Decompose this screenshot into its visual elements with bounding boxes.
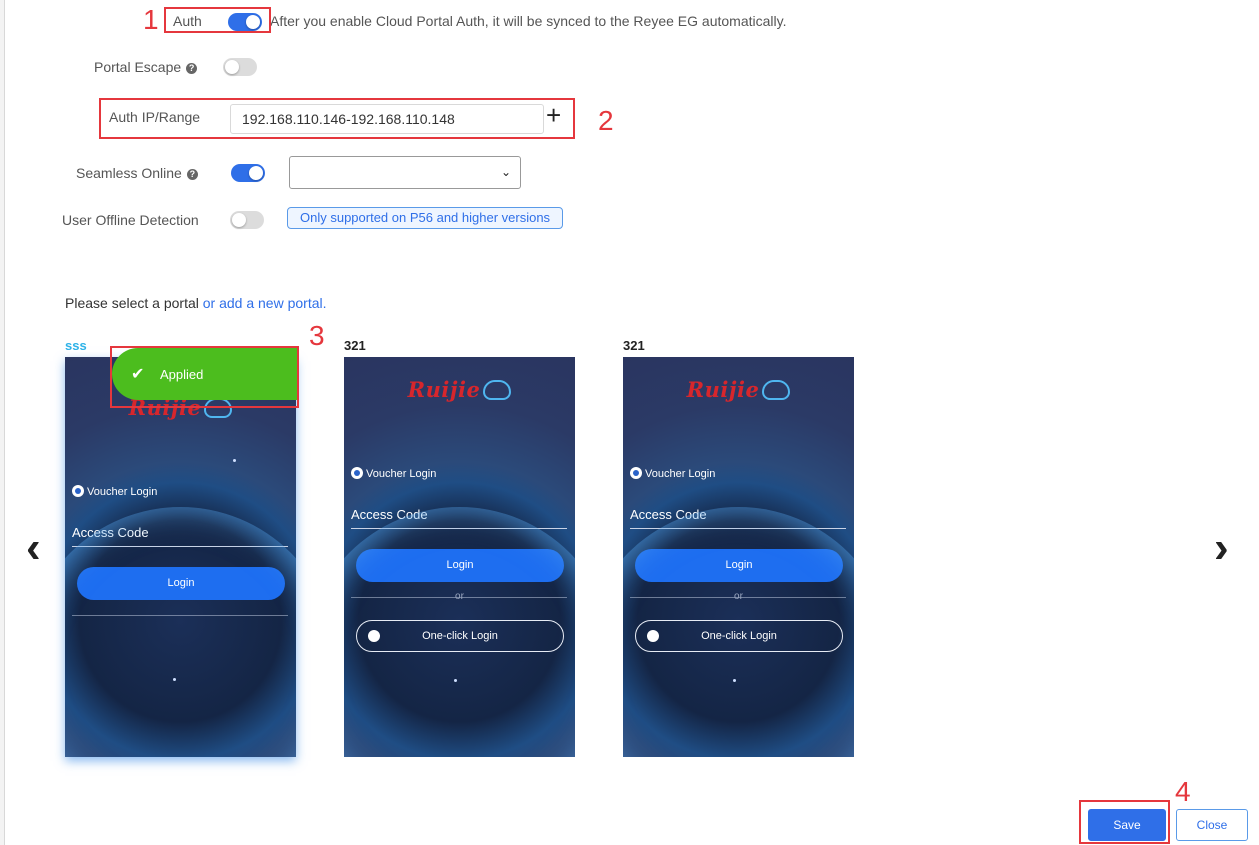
voucher-login-title: Voucher Login [351,467,436,480]
ruijie-logo: Ruijie [344,377,575,402]
voucher-label: Voucher Login [366,468,437,480]
offline-detection-toggle[interactable] [230,211,264,229]
access-code-field: Access Code [351,507,567,529]
portal-card-321[interactable]: Ruijie Voucher Login Access Code Login o… [623,357,854,757]
seamless-label: Seamless Online? [76,165,198,181]
voucher-icon [72,485,84,497]
or-text: or [734,591,743,602]
access-code-field: Access Code [630,507,846,529]
portal-card-321[interactable]: Ruijie Voucher Login Access Code Login o… [344,357,575,757]
portal-select-prompt: Please select a portal or add a new port… [65,295,327,311]
portal-name: sss [65,338,87,353]
help-icon[interactable]: ? [186,62,198,74]
portal-escape-label: Portal Escape? [94,59,198,75]
toggle-knob [249,166,263,180]
one-click-label: One-click Login [701,630,777,642]
one-click-login-button: One-click Login [635,620,843,652]
annotation-box-1 [164,7,271,33]
login-button: Login [77,567,285,600]
portal-escape-toggle[interactable] [223,58,257,76]
star [233,459,236,462]
or-text: or [455,591,464,602]
annotation-number-2: 2 [598,105,614,136]
cloud-icon [762,380,791,400]
divider [72,615,288,616]
seamless-toggle[interactable] [231,164,265,182]
voucher-icon [351,467,363,479]
portal-escape-label-text: Portal Escape [94,59,182,75]
help-icon[interactable]: ? [186,168,198,180]
close-button[interactable]: Close [1176,809,1248,841]
voucher-login-title: Voucher Login [630,467,715,480]
auth-sync-note: After you enable Cloud Portal Auth, it w… [270,13,787,29]
seamless-label-text: Seamless Online [76,165,182,181]
one-click-login-button: One-click Login [356,620,564,652]
logo-wordmark: Ruijie [686,377,760,402]
login-button: Login [635,549,843,582]
star [173,678,176,681]
portal-prompt-text: Please select a portal [65,295,203,311]
access-code-field: Access Code [72,525,288,547]
voucher-login-title: Voucher Login [72,485,157,498]
toggle-knob [232,213,246,227]
left-panel-edge [0,0,5,845]
offline-detection-label: User Offline Detection [62,212,199,228]
portal-card-sss[interactable]: Ruijie Voucher Login Access Code Login [65,357,296,757]
carousel-next-icon[interactable]: › [1214,526,1229,570]
toggle-knob [225,60,239,74]
annotation-box-4 [1079,800,1170,844]
cloud-icon [483,380,512,400]
carousel-prev-icon[interactable]: ‹ [26,526,41,570]
portal-name: 321 [623,338,645,353]
voucher-label: Voucher Login [87,486,158,498]
portal-name: 321 [344,338,366,353]
annotation-number-4: 4 [1175,776,1191,807]
one-click-label: One-click Login [422,630,498,642]
star [733,679,736,682]
ruijie-logo: Ruijie [623,377,854,402]
chevron-down-icon: ⌄ [500,165,511,179]
one-click-icon [368,630,380,642]
annotation-box-3 [110,346,299,408]
version-notice-tag: Only supported on P56 and higher version… [287,207,564,229]
voucher-label: Voucher Login [645,468,716,480]
logo-wordmark: Ruijie [407,377,481,402]
star [454,679,457,682]
login-button: Login [356,549,564,582]
annotation-number-1: 1 [143,4,159,35]
voucher-icon [630,467,642,479]
seamless-duration-select[interactable]: ⌄ [289,156,521,189]
one-click-icon [647,630,659,642]
add-portal-link[interactable]: or add a new portal. [203,295,327,311]
annotation-number-3: 3 [309,320,325,351]
annotation-box-2 [99,98,575,139]
